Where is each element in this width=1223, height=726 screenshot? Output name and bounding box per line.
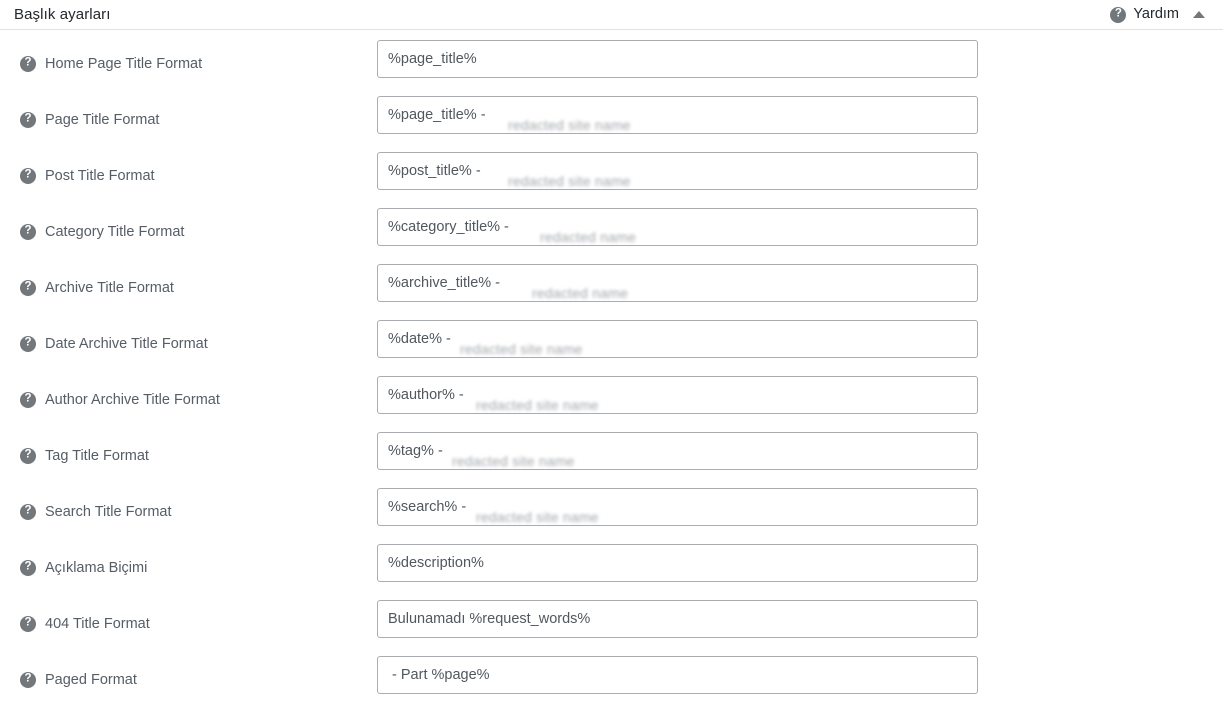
form-row: ?Archive Title Formatredacted name bbox=[0, 264, 1223, 320]
field-label: Tag Title Format bbox=[45, 447, 149, 464]
form-row: ?Tag Title Formatredacted site name bbox=[0, 432, 1223, 488]
form-row: ?Date Archive Title Formatredacted site … bbox=[0, 320, 1223, 376]
form-row: ?Author Archive Title Formatredacted sit… bbox=[0, 376, 1223, 432]
title-format-input[interactable] bbox=[377, 320, 978, 358]
title-format-input[interactable] bbox=[377, 656, 978, 694]
form-row: ?Page Title Formatredacted site name bbox=[0, 96, 1223, 152]
field-wrapper bbox=[360, 208, 978, 246]
field-label-group: ? Archive Title Format bbox=[0, 264, 360, 302]
field-label-group: ? Author Archive Title Format bbox=[0, 376, 360, 414]
field-wrapper bbox=[360, 656, 978, 694]
form-row: ? Home Page Title Format bbox=[0, 40, 1223, 96]
field-wrapper bbox=[360, 264, 978, 302]
field-label-group: ? Date Archive Title Format bbox=[0, 320, 360, 358]
question-circle-icon[interactable]: ? bbox=[20, 280, 36, 296]
field-wrapper bbox=[360, 152, 978, 190]
field-label-group: ? Post Title Format bbox=[0, 152, 360, 190]
panel-header: Başlık ayarları ? Yardım bbox=[0, 0, 1223, 30]
header-actions: ? Yardım bbox=[1110, 6, 1211, 23]
question-circle-icon[interactable]: ? bbox=[20, 224, 36, 240]
question-circle-icon[interactable]: ? bbox=[20, 616, 36, 632]
title-format-input[interactable] bbox=[377, 488, 978, 526]
question-circle-icon[interactable]: ? bbox=[20, 504, 36, 520]
field-label-group: ? Page Title Format bbox=[0, 96, 360, 134]
field-label-group: ? Search Title Format bbox=[0, 488, 360, 526]
field-label-group: ? 404 Title Format bbox=[0, 600, 360, 638]
field-label: Post Title Format bbox=[45, 167, 155, 184]
page-title: Başlık ayarları bbox=[14, 6, 111, 23]
field-label: Date Archive Title Format bbox=[45, 335, 208, 352]
question-circle-icon[interactable]: ? bbox=[20, 448, 36, 464]
help-toggle-button[interactable]: ? Yardım bbox=[1110, 6, 1179, 23]
caret-up-icon[interactable] bbox=[1193, 10, 1205, 18]
help-label: Yardım bbox=[1133, 6, 1179, 23]
question-circle-icon[interactable]: ? bbox=[20, 672, 36, 688]
field-wrapper bbox=[360, 376, 978, 414]
field-label: Page Title Format bbox=[45, 111, 160, 128]
form-row: ?Post Title Formatredacted site name bbox=[0, 152, 1223, 208]
field-label: Home Page Title Format bbox=[45, 55, 203, 72]
question-circle-icon[interactable]: ? bbox=[20, 560, 36, 576]
form-row: ? 404 Title Format bbox=[0, 600, 1223, 656]
field-wrapper bbox=[360, 40, 978, 78]
question-circle-icon[interactable]: ? bbox=[20, 336, 36, 352]
question-circle-icon[interactable]: ? bbox=[20, 392, 36, 408]
field-label-group: ? Category Title Format bbox=[0, 208, 360, 246]
question-circle-icon[interactable]: ? bbox=[20, 168, 36, 184]
title-format-input[interactable] bbox=[377, 96, 978, 134]
title-format-input[interactable] bbox=[377, 600, 978, 638]
field-wrapper bbox=[360, 488, 978, 526]
field-label: Archive Title Format bbox=[45, 279, 174, 296]
question-circle-icon: ? bbox=[1110, 6, 1127, 23]
field-label: Search Title Format bbox=[45, 503, 172, 520]
form-row: ? Açıklama Biçimi bbox=[0, 544, 1223, 600]
title-format-input[interactable] bbox=[377, 208, 978, 246]
title-format-input[interactable] bbox=[377, 376, 978, 414]
title-format-input[interactable] bbox=[377, 264, 978, 302]
field-wrapper bbox=[360, 320, 978, 358]
field-label: 404 Title Format bbox=[45, 615, 150, 632]
form-row: ?Search Title Formatredacted site name bbox=[0, 488, 1223, 544]
field-label: Açıklama Biçimi bbox=[45, 559, 148, 576]
title-format-input[interactable] bbox=[377, 152, 978, 190]
field-wrapper bbox=[360, 96, 978, 134]
form-row: ?Category Title Formatredacted name bbox=[0, 208, 1223, 264]
question-circle-icon[interactable]: ? bbox=[20, 56, 36, 72]
title-settings-form: ? Home Page Title Format? Page Title Forma… bbox=[0, 30, 1223, 712]
field-label: Paged Format bbox=[45, 671, 137, 688]
title-format-input[interactable] bbox=[377, 40, 978, 78]
field-label-group: ? Açıklama Biçimi bbox=[0, 544, 360, 582]
field-wrapper bbox=[360, 432, 978, 470]
field-label-group: ? Tag Title Format bbox=[0, 432, 360, 470]
field-wrapper bbox=[360, 544, 978, 582]
title-format-input[interactable] bbox=[377, 544, 978, 582]
field-label-group: ? Paged Format bbox=[0, 656, 360, 694]
form-row: ? Paged Format bbox=[0, 656, 1223, 712]
field-wrapper bbox=[360, 600, 978, 638]
field-label: Category Title Format bbox=[45, 223, 185, 240]
question-circle-icon[interactable]: ? bbox=[20, 112, 36, 128]
field-label: Author Archive Title Format bbox=[45, 391, 220, 408]
field-label-group: ? Home Page Title Format bbox=[0, 40, 360, 78]
title-format-input[interactable] bbox=[377, 432, 978, 470]
